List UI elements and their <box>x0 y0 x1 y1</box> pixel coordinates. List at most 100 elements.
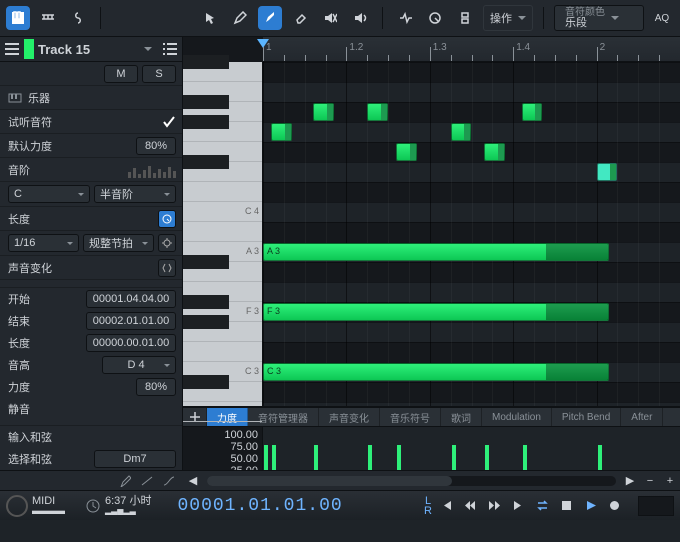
inchord-row: 输入和弦 <box>0 426 182 448</box>
track-color-chip[interactable] <box>24 39 34 59</box>
length-mode-dropdown[interactable]: 规整节拍 <box>83 234 154 252</box>
pitch-dropdown[interactable]: D 4 <box>102 356 176 374</box>
notecolor-dropdown[interactable]: 音符颜色 乐段 <box>554 5 644 31</box>
instrument-icon <box>8 92 22 104</box>
velocity-bar[interactable] <box>272 445 276 470</box>
preview-row: 试听音符 <box>0 110 182 134</box>
vel-tab[interactable]: 声音变化 <box>319 408 380 426</box>
view-mode-score[interactable] <box>66 6 90 30</box>
jog-wheel[interactable] <box>6 495 28 517</box>
velocity-bar[interactable] <box>314 445 318 470</box>
note[interactable]: F 3 <box>263 303 609 321</box>
velocity-bar[interactable] <box>397 445 401 470</box>
defvel-label: 默认力度 <box>8 138 136 154</box>
track-name[interactable]: Track 15 <box>38 42 144 57</box>
zoom-out-button[interactable]: − <box>640 473 660 489</box>
track-menu-icon[interactable] <box>0 43 24 55</box>
scroll-left-button[interactable]: ◀ <box>183 473 203 489</box>
note[interactable] <box>271 123 292 141</box>
instrument-label: 乐器 <box>28 90 176 106</box>
length-settings-button[interactable] <box>158 234 176 252</box>
view-mode-piano[interactable] <box>6 6 30 30</box>
track-list-icon[interactable] <box>158 43 182 55</box>
velocity-field[interactable]: 80% <box>136 378 176 396</box>
note[interactable] <box>396 143 417 161</box>
notecolor-title: 音符颜色 <box>565 8 605 18</box>
tool-eraser[interactable] <box>288 6 312 30</box>
length-unit-dropdown[interactable]: 1/16 <box>8 234 79 252</box>
note[interactable] <box>367 103 388 121</box>
quantize-icon[interactable] <box>423 6 447 30</box>
selchord-field[interactable]: Dm7 <box>94 450 176 468</box>
stop-button[interactable] <box>556 496 576 516</box>
velocity-bar[interactable] <box>598 445 602 470</box>
fast-forward-button[interactable] <box>484 496 504 516</box>
operations-dropdown[interactable]: 操作 <box>483 5 533 31</box>
tool-pencil[interactable] <box>228 6 252 30</box>
snap-toggle[interactable] <box>393 6 417 30</box>
vtool-line-icon[interactable] <box>137 473 157 489</box>
piano-keyboard[interactable]: C 4A 3F 3C 3 <box>183 62 263 406</box>
mute-row: 静音 <box>0 398 182 420</box>
mute-button[interactable]: M <box>104 65 138 83</box>
note[interactable] <box>522 103 543 121</box>
skip-start-button[interactable] <box>436 496 456 516</box>
velocity-bar[interactable] <box>523 445 527 470</box>
note[interactable] <box>484 143 505 161</box>
record-button[interactable] <box>604 496 624 516</box>
zoom-in-button[interactable]: + <box>660 473 680 489</box>
length-controls: 1/16 规整节拍 <box>0 231 182 256</box>
velocity-bar[interactable] <box>368 445 372 470</box>
scroll-right-button[interactable]: ▶ <box>620 473 640 489</box>
skip-end-button[interactable] <box>508 496 528 516</box>
note-grid[interactable]: A 3 F 3 C 3 <box>263 62 680 406</box>
rewind-button[interactable] <box>460 496 480 516</box>
defvel-field[interactable]: 80% <box>136 137 176 155</box>
velocity-grid[interactable] <box>263 427 680 470</box>
scroll-row: ◀ ▶ − + <box>0 470 680 490</box>
loop-button[interactable] <box>532 496 552 516</box>
note[interactable]: A 3 <box>263 243 609 261</box>
start-field[interactable]: 00001.04.04.00 <box>86 290 176 308</box>
vel-tab[interactable]: Pitch Bend <box>552 408 621 426</box>
note[interactable] <box>597 163 618 181</box>
selchord-row: 选择和弦Dm7 <box>0 448 182 470</box>
horizontal-scrollbar[interactable] <box>207 476 616 486</box>
play-button[interactable] <box>580 496 600 516</box>
link-clips-icon[interactable] <box>453 6 477 30</box>
vtool-pointer-icon[interactable] <box>115 473 135 489</box>
tool-pointer[interactable] <box>198 6 222 30</box>
auto-quantize[interactable]: AQ <box>650 6 674 30</box>
note[interactable]: C 3 <box>263 363 609 381</box>
vel-tab[interactable]: 歌词 <box>441 408 482 426</box>
quantize-link-button[interactable] <box>158 210 176 228</box>
tool-brush[interactable] <box>258 6 282 30</box>
velocity-bar[interactable] <box>452 445 456 470</box>
tool-mute[interactable] <box>318 6 342 30</box>
timeline-ruler[interactable]: 11.21.31.42 <box>263 37 680 62</box>
view-mode-drum[interactable] <box>36 6 60 30</box>
separator <box>100 7 101 29</box>
vel-tab[interactable]: After <box>621 408 663 426</box>
vtool-curve-icon[interactable] <box>159 473 179 489</box>
velocity-bar[interactable] <box>264 445 268 470</box>
end-field[interactable]: 00002.01.01.00 <box>86 312 176 330</box>
len-field[interactable]: 00000.00.01.00 <box>86 334 176 352</box>
voicing-settings-button[interactable] <box>158 259 176 277</box>
position-display[interactable]: 00001.01.01.00 <box>177 496 342 516</box>
vel-tab[interactable]: Modulation <box>482 408 552 426</box>
scale-key-dropdown[interactable]: C <box>8 185 90 203</box>
vel-tab[interactable]: 音乐符号 <box>380 408 441 426</box>
preview-checkbox[interactable] <box>162 115 176 129</box>
note[interactable] <box>313 103 334 121</box>
sidebar: Track 15 M S 乐器 试听音符 默认力度 80% 音阶 <box>0 37 183 470</box>
start-row: 开始00001.04.04.00 <box>0 288 182 310</box>
tool-audition[interactable] <box>348 6 372 30</box>
note[interactable] <box>451 123 472 141</box>
track-dropdown-icon[interactable] <box>144 47 152 51</box>
scale-type-dropdown[interactable]: 半音阶 <box>94 185 176 203</box>
velocity-bar[interactable] <box>485 445 489 470</box>
row-instrument: 乐器 <box>0 86 182 110</box>
solo-button[interactable]: S <box>142 65 176 83</box>
instrument-row: M S <box>0 62 182 86</box>
